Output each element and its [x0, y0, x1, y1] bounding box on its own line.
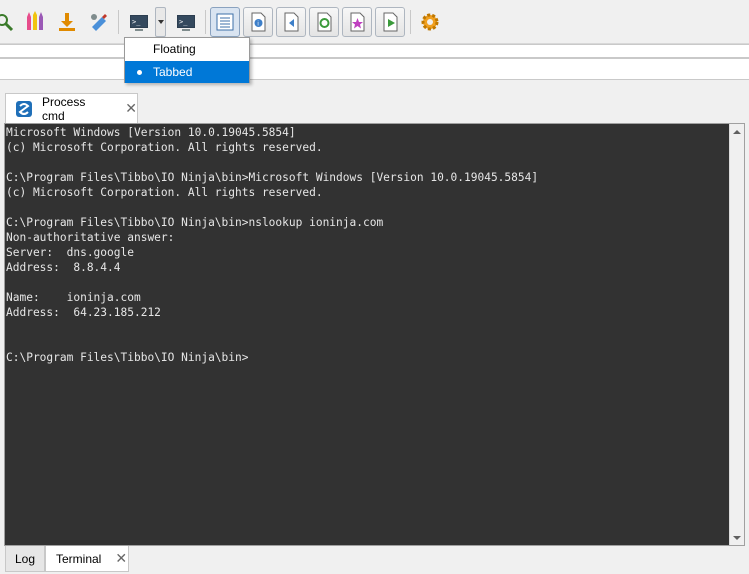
terminal-line: C:\Program Files\Tibbo\IO Ninja\bin>nslo…: [6, 216, 384, 229]
terminal-line: Non-authoritative answer:: [6, 231, 175, 244]
terminal-output[interactable]: Microsoft Windows [Version 10.0.19045.58…: [6, 125, 730, 365]
menu-item-label: Tabbed: [153, 65, 193, 79]
main-toolbar: >_ >_ i: [0, 0, 749, 44]
vertical-scrollbar[interactable]: [729, 124, 744, 545]
terminal-line: Address: 8.8.4.4: [6, 261, 121, 274]
tab-process-cmd[interactable]: Process cmd ✕: [5, 93, 138, 123]
toolbar-separator: [410, 10, 411, 34]
terminal-line: Microsoft Windows [Version 10.0.19045.58…: [6, 126, 296, 139]
scroll-down-icon[interactable]: [730, 530, 744, 545]
terminal-line: Name: ioninja.com: [6, 291, 141, 304]
tab-terminal[interactable]: Terminal ✕: [45, 546, 129, 572]
ioninja-logo-icon: [16, 100, 32, 117]
toolbar-separator: [205, 10, 206, 34]
scroll-up-icon[interactable]: [730, 124, 744, 139]
toolbar-separator: [118, 10, 119, 34]
close-icon[interactable]: ✕: [115, 550, 127, 567]
svg-text:>_: >_: [179, 18, 188, 26]
refresh-doc-icon[interactable]: [309, 7, 339, 37]
terminal-line: (c) Microsoft Corporation. All rights re…: [6, 141, 323, 154]
close-icon[interactable]: ✕: [125, 100, 137, 117]
star-doc-icon[interactable]: [342, 7, 372, 37]
tab-label: Log: [14, 551, 36, 566]
console-mode-menu: Floating Tabbed: [124, 37, 250, 83]
bottom-tab-bar: Log Terminal ✕: [0, 546, 749, 574]
selected-dot-icon: [137, 70, 142, 75]
log-view-icon[interactable]: [210, 7, 240, 37]
console-dropdown-icon[interactable]: [155, 7, 166, 37]
pencils-icon[interactable]: [20, 7, 50, 37]
terminal-line: C:\Program Files\Tibbo\IO Ninja\bin>: [6, 351, 249, 364]
terminal-line: Address: 64.23.185.212: [6, 306, 161, 319]
menu-item-floating[interactable]: Floating: [125, 38, 249, 60]
tab-log[interactable]: Log: [5, 546, 45, 572]
address-bar-top: [0, 44, 749, 58]
gear-icon[interactable]: [415, 7, 445, 37]
info-doc-icon[interactable]: i: [243, 7, 273, 37]
menu-item-label: Floating: [153, 42, 196, 56]
terminal-line: C:\Program Files\Tibbo\IO Ninja\bin>Micr…: [6, 171, 539, 184]
console-icon[interactable]: >_: [124, 7, 154, 37]
tab-label: Process cmd: [41, 94, 86, 123]
back-doc-icon[interactable]: [276, 7, 306, 37]
svg-text:>_: >_: [132, 18, 141, 26]
terminal-line: (c) Microsoft Corporation. All rights re…: [6, 186, 323, 199]
plugin-icon[interactable]: [84, 7, 114, 37]
download-icon[interactable]: [52, 7, 82, 37]
tab-label: Terminal: [56, 551, 102, 566]
menu-item-tabbed[interactable]: Tabbed: [125, 61, 249, 83]
play-doc-icon[interactable]: [375, 7, 405, 37]
search-icon[interactable]: [0, 7, 20, 37]
terminal-line: Server: dns.google: [6, 246, 134, 259]
address-bar[interactable]: [0, 58, 749, 80]
console-tool-icon[interactable]: >_: [171, 7, 201, 37]
terminal-panel[interactable]: Microsoft Windows [Version 10.0.19045.58…: [4, 123, 745, 546]
